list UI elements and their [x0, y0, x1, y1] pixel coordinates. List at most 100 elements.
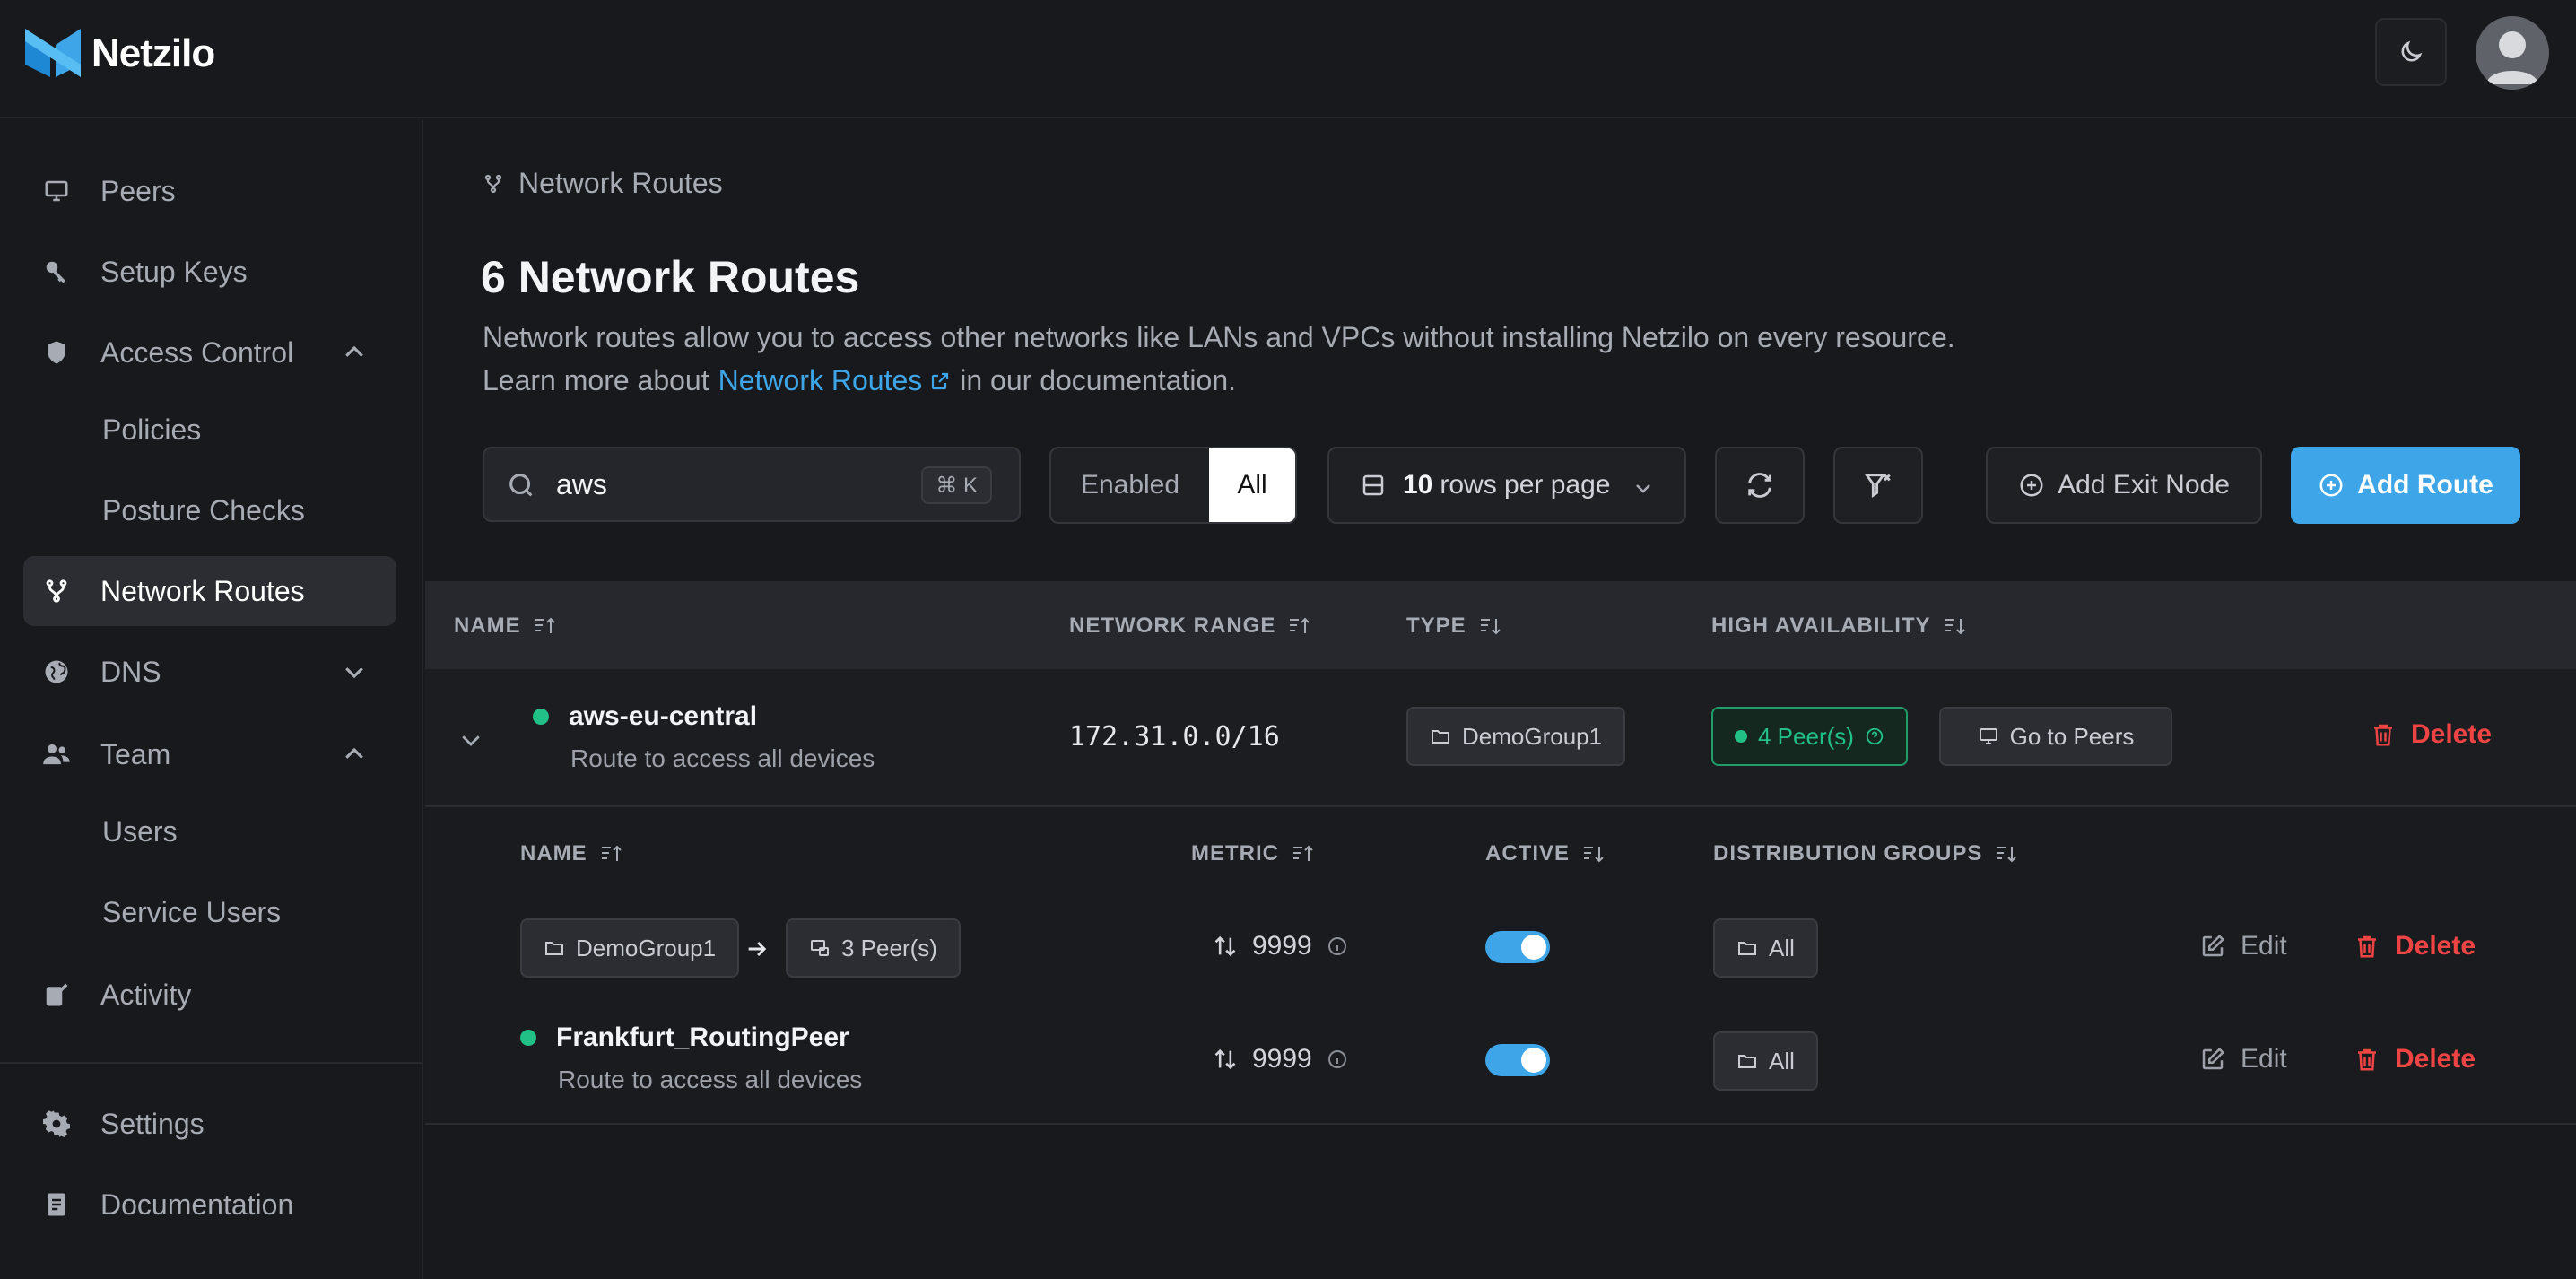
globe-icon	[41, 657, 72, 687]
delete-button[interactable]: Delete	[2354, 1044, 2476, 1075]
add-route-button[interactable]: Add Route	[2291, 447, 2520, 524]
arrow-right-icon	[748, 941, 767, 957]
column-header-name[interactable]: NAME	[454, 613, 557, 639]
add-exit-node-button[interactable]: Add Exit Node	[1986, 447, 2262, 524]
user-avatar-icon	[2486, 31, 2538, 84]
breadcrumb: Network Routes	[483, 167, 723, 200]
column-header-label: NETWORK RANGE	[1069, 613, 1276, 638]
top-bar: Netzilo	[0, 0, 2576, 118]
distribution-group-badge[interactable]: All	[1713, 918, 1818, 978]
sidebar-item-label: Service Users	[102, 895, 282, 928]
sidebar-item-peers[interactable]: Peers	[23, 156, 396, 226]
sort-ascending-icon	[601, 845, 622, 861]
trash-icon	[2374, 724, 2392, 746]
peer-name: Frankfurt_RoutingPeer	[520, 1022, 849, 1053]
column-header-network-range[interactable]: NETWORK RANGE	[1069, 613, 1311, 639]
column-header-label: TYPE	[1406, 613, 1466, 638]
peers-badge[interactable]: 3 Peer(s)	[786, 918, 961, 978]
edit-button[interactable]: Edit	[2199, 1044, 2287, 1075]
column-header-type[interactable]: TYPE	[1406, 613, 1502, 639]
table-row[interactable]: aws-eu-central Route to access all devic…	[425, 669, 2576, 807]
rows-per-page-label: 10 rows per page	[1403, 470, 1610, 500]
distribution-group-label: All	[1769, 1047, 1795, 1075]
metric-value: 9999	[1213, 1044, 1348, 1075]
rows-per-page-select[interactable]: 10 rows per page	[1327, 447, 1686, 524]
active-toggle[interactable]	[1485, 1044, 1550, 1076]
sidebar-item-posture-checks[interactable]: Posture Checks	[23, 475, 396, 545]
filter-enabled-button[interactable]: Enabled	[1051, 448, 1209, 522]
folder-icon	[545, 942, 563, 955]
group-badge[interactable]: DemoGroup1	[1406, 707, 1626, 766]
sidebar-item-label: Settings	[100, 1107, 205, 1140]
column-header-label: METRIC	[1191, 841, 1279, 866]
learn-more-line: Learn more about Network Routes in our d…	[483, 364, 1236, 397]
sidebar-item-users[interactable]: Users	[23, 796, 396, 866]
group-badge-label: DemoGroup1	[576, 934, 717, 961]
avatar[interactable]	[2476, 16, 2549, 90]
activity-icon	[41, 979, 72, 1010]
sidebar-item-settings[interactable]: Settings	[23, 1089, 396, 1159]
sort-descending-icon	[1997, 847, 2017, 863]
chevron-down-icon[interactable]	[457, 727, 484, 753]
filter-all-button[interactable]: All	[1209, 448, 1295, 522]
sub-column-header-active[interactable]: ACTIVE	[1485, 841, 1606, 866]
add-route-label: Add Route	[2357, 470, 2493, 500]
active-toggle[interactable]	[1485, 931, 1550, 963]
column-header-label: NAME	[520, 841, 587, 866]
breadcrumb-label[interactable]: Network Routes	[518, 167, 723, 200]
chevron-up-icon[interactable]	[339, 337, 370, 368]
group-badge[interactable]: DemoGroup1	[520, 918, 740, 978]
page-description: Network routes allow you to access other…	[483, 321, 1955, 353]
document-icon	[41, 1189, 72, 1220]
sidebar-item-team[interactable]: Team	[23, 719, 396, 789]
sort-ascending-icon	[535, 617, 555, 633]
group-badge-label: DemoGroup1	[1462, 722, 1603, 750]
delete-button[interactable]: Delete	[2354, 931, 2476, 961]
route-icon	[484, 174, 502, 193]
theme-toggle-button[interactable]	[2375, 18, 2447, 86]
column-header-high-availability[interactable]: HIGH AVAILABILITY	[1711, 613, 1967, 639]
trash-icon	[2358, 1048, 2376, 1071]
logo[interactable]: Netzilo	[23, 25, 215, 83]
sub-column-header-distribution-groups[interactable]: DISTRIBUTION GROUPS	[1713, 841, 2018, 866]
edit-icon	[2202, 934, 2225, 957]
chevron-down-icon	[1636, 484, 1650, 493]
info-icon	[1327, 937, 1346, 955]
sidebar-item-dns[interactable]: DNS	[23, 637, 396, 707]
sidebar-item-documentation[interactable]: Documentation	[23, 1170, 396, 1240]
delete-label: Delete	[2411, 719, 2493, 749]
distribution-group-badge[interactable]: All	[1713, 1031, 1818, 1091]
sidebar-item-setup-keys[interactable]: Setup Keys	[23, 237, 396, 307]
go-to-peers-button[interactable]: Go to Peers	[1939, 707, 2172, 766]
sidebar-item-label: DNS	[100, 655, 161, 688]
search-input[interactable]: aws ⌘ K	[483, 447, 1021, 522]
ha-peers-label: 4 Peer(s)	[1758, 722, 1854, 750]
network-routes-docs-link[interactable]: Network Routes	[718, 364, 952, 397]
netzilo-logo-icon	[25, 29, 81, 77]
monitor-icon	[1979, 728, 1997, 744]
sidebar-item-network-routes[interactable]: Network Routes	[23, 556, 396, 626]
sidebar-item-service-users[interactable]: Service Users	[23, 877, 396, 947]
clear-filters-button[interactable]	[1833, 447, 1923, 524]
edit-button[interactable]: Edit	[2199, 931, 2287, 961]
app-name: Netzilo	[91, 31, 215, 75]
peer-description: Route to access all devices	[558, 1066, 863, 1093]
route-name: aws-eu-central	[533, 701, 757, 732]
folder-icon	[1738, 942, 1756, 955]
sidebar-item-policies[interactable]: Policies	[23, 395, 396, 465]
external-link-icon	[932, 372, 949, 389]
sub-column-header-name[interactable]: NAME	[520, 841, 623, 866]
ha-peers-badge[interactable]: 4 Peer(s)	[1711, 707, 1908, 766]
route-description: Route to access all devices	[570, 744, 875, 772]
sidebar-item-access-control[interactable]: Access Control	[23, 318, 396, 387]
refresh-button[interactable]	[1715, 447, 1805, 524]
info-icon	[1327, 1050, 1346, 1068]
peer-name-label: Frankfurt_RoutingPeer	[556, 1022, 849, 1052]
chevron-down-icon[interactable]	[339, 657, 370, 687]
delete-route-button[interactable]: Delete	[2370, 719, 2492, 750]
sub-column-header-metric[interactable]: METRIC	[1191, 841, 1315, 866]
sidebar-item-activity[interactable]: Activity	[23, 960, 396, 1030]
chevron-up-icon[interactable]	[339, 739, 370, 770]
delete-label: Delete	[2395, 1044, 2476, 1074]
metric-label: 9999	[1252, 1044, 1312, 1074]
